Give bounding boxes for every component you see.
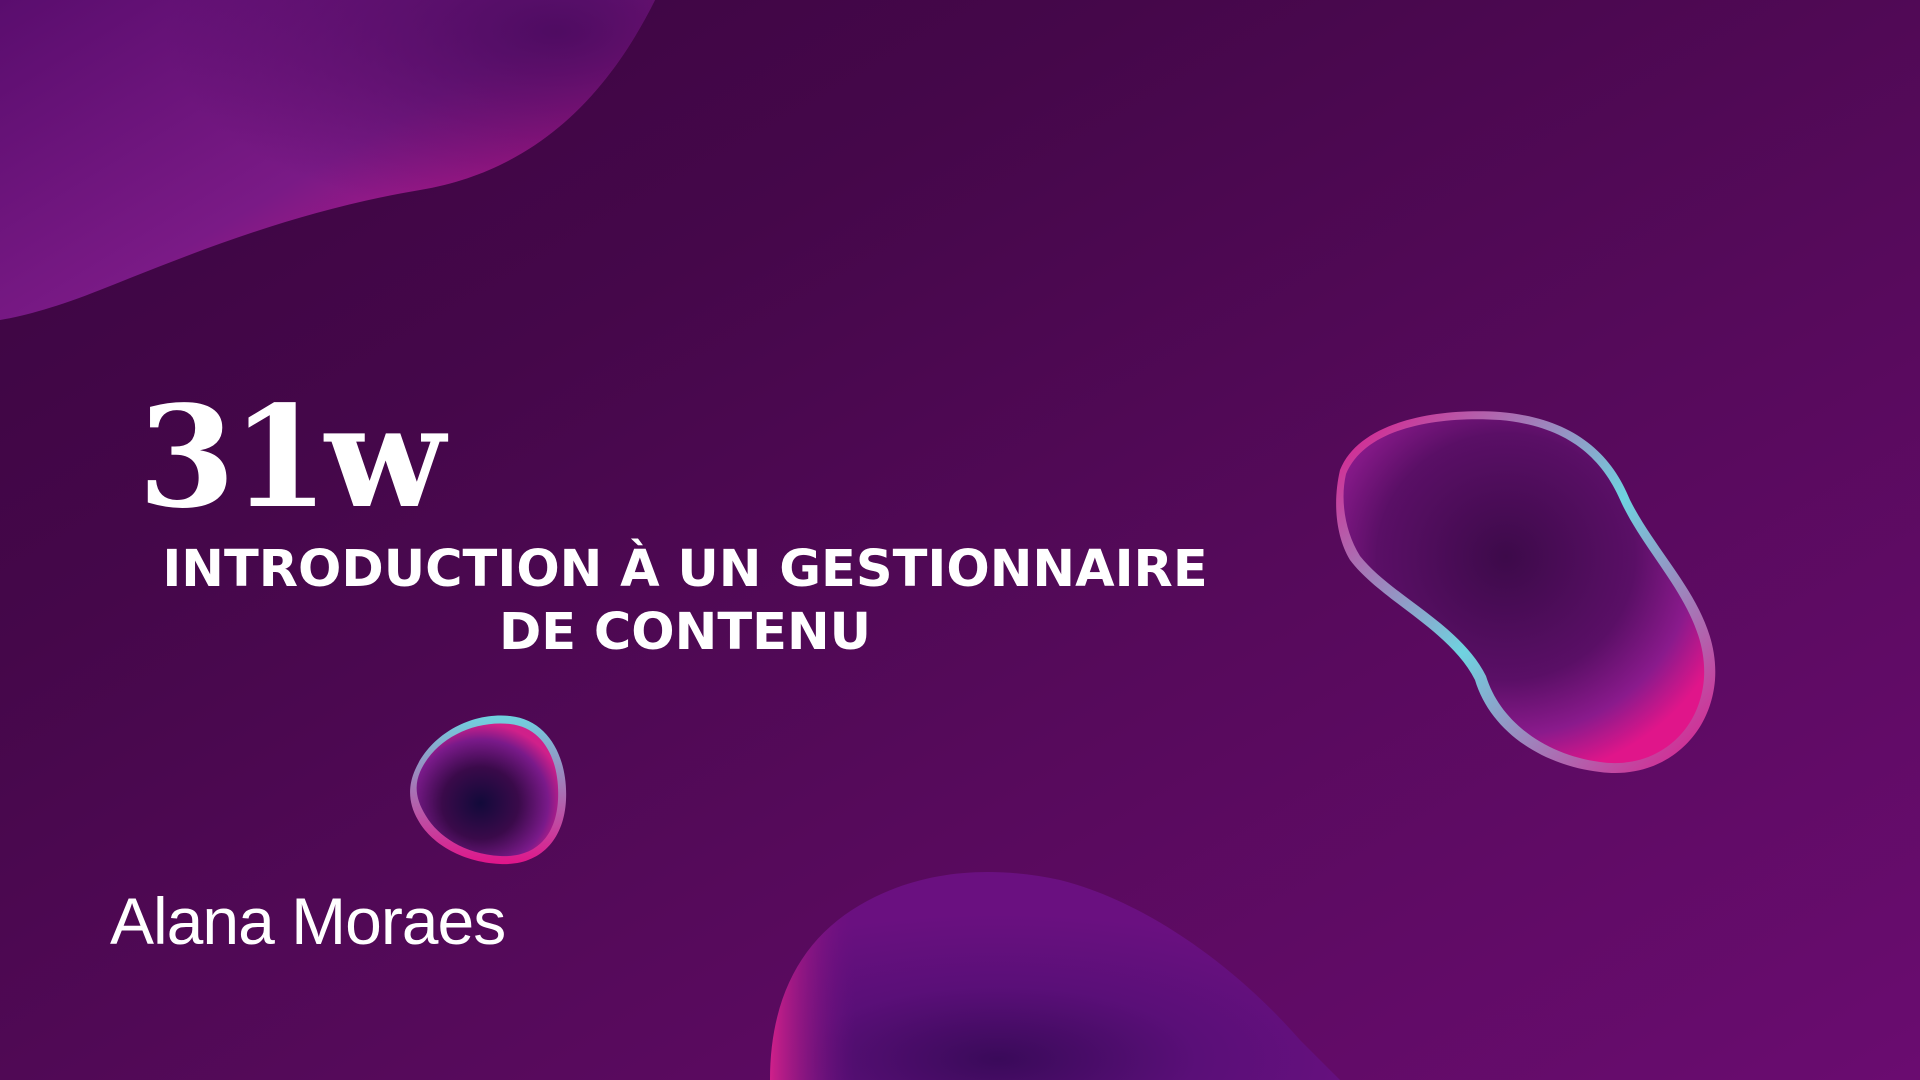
title-slide: 31w INTRODUCTION À UN GESTIONNAIRE DE CO…: [0, 0, 1920, 1080]
blob-bottom: [770, 872, 1340, 1080]
blob-top-left: [0, 0, 655, 320]
blob-small: [410, 715, 567, 865]
slide-title: INTRODUCTION À UN GESTIONNAIRE DE CONTEN…: [162, 540, 1208, 662]
author-name: Alana Moraes: [110, 884, 506, 958]
logo-text: 31w: [138, 376, 445, 540]
blob-right: [1336, 411, 1716, 774]
